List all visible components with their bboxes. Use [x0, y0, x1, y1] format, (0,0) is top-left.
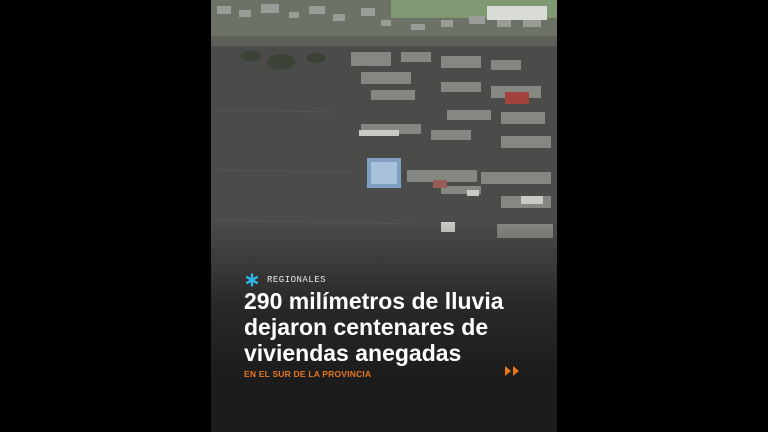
headline: 290 milímetros de lluvia dejaron centena…	[244, 288, 544, 366]
section-label: REGIONALES	[267, 275, 327, 285]
video-frame: REGIONALES 290 milímetros de lluvia deja…	[211, 0, 557, 432]
headline-line: 290 milímetros de lluvia	[244, 288, 504, 314]
subheadline: EN EL SUR DE LA PROVINCIA	[244, 369, 372, 379]
section-tag: REGIONALES	[245, 273, 326, 287]
asterisk-icon	[246, 273, 259, 287]
headline-line: dejaron centenares de	[244, 314, 489, 340]
headline-line: viviendas anegadas	[244, 340, 462, 366]
double-chevron-right-icon[interactable]	[503, 364, 523, 378]
